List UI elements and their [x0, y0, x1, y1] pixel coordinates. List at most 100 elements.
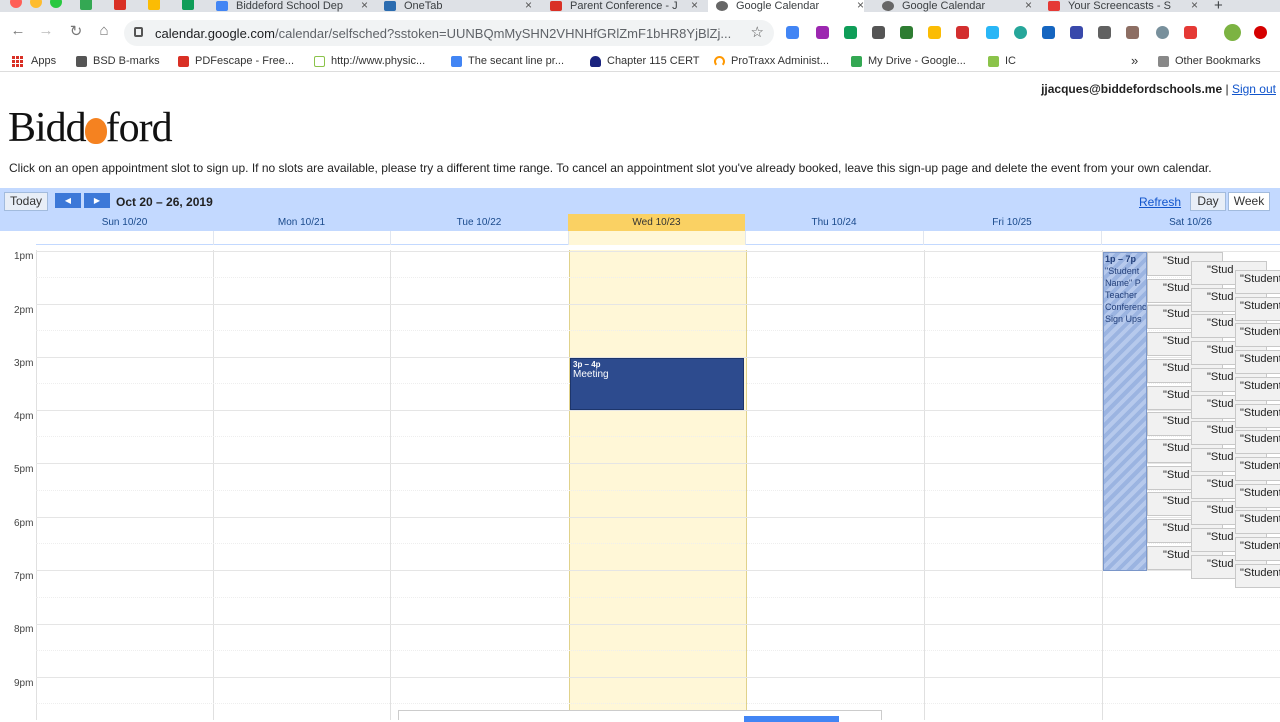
instructions-text: Click on an open appointment slot to sig… — [9, 161, 1212, 175]
drive-extension-icon[interactable] — [928, 26, 941, 39]
bookmark-apps[interactable]: Apps — [12, 55, 56, 67]
hour-label: 5pm — [14, 464, 34, 475]
extension-icon[interactable] — [900, 26, 913, 39]
tab-google-calendar[interactable]: Google Calendar × — [876, 0, 1032, 12]
extension-icon[interactable] — [1042, 26, 1055, 39]
extension-icon[interactable] — [1070, 26, 1083, 39]
extension-icon[interactable] — [1098, 26, 1111, 39]
appointment-slot[interactable]: "Student — [1235, 403, 1280, 428]
appointment-slot[interactable]: "Student — [1235, 376, 1280, 401]
close-tab-icon[interactable]: × — [525, 0, 532, 12]
extension-icon[interactable] — [816, 26, 829, 39]
bookmarks-bar: Apps BSD B-marks PDFescape - Free... htt… — [0, 52, 1280, 72]
user-email: jjacques@biddefordschools.me — [1041, 82, 1223, 96]
appointment-slot[interactable]: "Student — [1235, 350, 1280, 375]
gmail-favicon-icon — [550, 1, 562, 11]
dialog-primary-button[interactable] — [744, 716, 839, 722]
other-bookmarks[interactable]: Other Bookmarks — [1158, 55, 1261, 67]
all-day-today-cell — [568, 231, 745, 245]
appointment-slot[interactable]: "Student — [1235, 270, 1280, 294]
tab-parent-conference[interactable]: Parent Conference - J × — [544, 0, 698, 12]
bookmark-star-icon[interactable]: ☆ — [751, 23, 764, 41]
calendar-favicon-icon — [216, 1, 228, 11]
today-button[interactable]: Today — [4, 192, 48, 211]
hour-label: 3pm — [14, 358, 34, 369]
home-icon[interactable]: ⌂ — [94, 22, 114, 39]
bookmark-protraxx[interactable]: ProTraxx Administ... — [714, 55, 829, 67]
meeting-event[interactable]: 3p – 4p Meeting — [570, 358, 744, 410]
close-tab-icon[interactable]: × — [361, 0, 368, 12]
pinned-tab-classroom-icon[interactable] — [80, 0, 92, 10]
extension-icon[interactable] — [1184, 26, 1197, 39]
user-bar: jjacques@biddefordschools.me | Sign out — [1041, 82, 1276, 96]
extension-icon[interactable] — [844, 26, 857, 39]
back-arrow-icon[interactable]: ← — [8, 22, 28, 39]
bookmark-physics[interactable]: http://www.physic... — [314, 55, 425, 67]
extension-icon[interactable] — [1014, 26, 1027, 39]
url-text[interactable]: calendar.google.com/calendar/selfsched?s… — [155, 26, 735, 41]
maximize-window-icon[interactable] — [50, 0, 62, 8]
extension-icon[interactable] — [1126, 26, 1139, 39]
new-tab-button[interactable]: + — [1214, 0, 1230, 12]
bookmark-secant-line[interactable]: The secant line pr... — [451, 55, 564, 67]
day-header-wed-today: Wed 10/23 — [568, 214, 745, 231]
extension-icon[interactable] — [872, 26, 885, 39]
hour-label: 8pm — [14, 624, 34, 635]
bookmarks-overflow-chevron-icon[interactable]: » — [1131, 53, 1138, 68]
forward-arrow-icon[interactable]: → — [36, 22, 56, 39]
arc-icon — [714, 55, 725, 67]
close-tab-icon[interactable]: × — [857, 0, 864, 12]
bookmark-my-drive[interactable]: My Drive - Google... — [851, 55, 966, 67]
address-bar[interactable]: calendar.google.com/calendar/selfsched?s… — [124, 20, 774, 46]
bookmark-chapter-115[interactable]: Chapter 115 CERT — [590, 55, 700, 67]
pinned-tab-sheets-icon[interactable] — [182, 0, 194, 10]
day-header-mon: Mon 10/21 — [277, 217, 326, 228]
translate-extension-icon[interactable] — [786, 26, 799, 39]
close-tab-icon[interactable]: × — [1191, 0, 1198, 12]
appointment-slot[interactable]: "Student — [1235, 456, 1280, 481]
appointment-availability-block[interactable]: 1p – 7p "Student Name" P Teacher Confere… — [1103, 252, 1147, 571]
pinned-tab-gmail-icon[interactable] — [114, 0, 126, 10]
close-tab-icon[interactable]: × — [1025, 0, 1032, 12]
appointment-slot[interactable]: "Student — [1235, 323, 1280, 348]
next-week-button[interactable]: ▶ — [84, 193, 110, 208]
sign-out-link[interactable]: Sign out — [1232, 82, 1276, 96]
day-headers: Sun 10/20 Mon 10/21 Tue 10/22 Wed 10/23 … — [0, 214, 1280, 231]
close-window-icon[interactable] — [10, 0, 22, 8]
paw-logo-icon — [84, 118, 107, 144]
tab-your-screencasts[interactable]: Your Screencasts - S × — [1042, 0, 1198, 12]
extension-icon[interactable] — [986, 26, 999, 39]
minimize-window-icon[interactable] — [30, 0, 42, 8]
tab-biddeford-school[interactable]: Biddeford School Dep × — [210, 0, 368, 12]
bottom-popup-dialog — [398, 710, 882, 722]
reload-icon[interactable]: ↻ — [66, 22, 86, 40]
screencastify-favicon-icon — [1048, 1, 1060, 11]
bookmark-ic[interactable]: IC — [988, 55, 1016, 67]
tab-google-calendar-active[interactable]: Google Calendar × — [708, 0, 864, 12]
appointment-slot[interactable]: "Student — [1235, 430, 1280, 455]
pdfescape-icon — [178, 55, 189, 67]
bookmark-bsd-bmarks[interactable]: BSD B-marks — [76, 55, 160, 67]
pinned-tab-drive-icon[interactable] — [148, 0, 160, 10]
extension-icon[interactable] — [956, 26, 969, 39]
flame-icon — [590, 55, 601, 67]
calendar-week-grid[interactable]: 1pm 2pm 3pm 4pm 5pm 6pm 7pm 8pm 9pm 3p –… — [0, 250, 1280, 720]
appointment-slot[interactable]: "Student — [1235, 483, 1280, 508]
appointment-slot[interactable]: "Student — [1235, 537, 1280, 561]
close-tab-icon[interactable]: × — [691, 0, 698, 12]
appointment-slot[interactable]: "Student — [1235, 510, 1280, 535]
globe-favicon-icon — [716, 1, 728, 11]
day-view-button[interactable]: Day — [1190, 192, 1226, 211]
all-day-row — [36, 231, 1280, 245]
profile-avatar-icon[interactable] — [1224, 24, 1241, 41]
appointment-slot[interactable]: "Student — [1235, 296, 1280, 321]
week-view-button[interactable]: Week — [1228, 192, 1270, 211]
meeting-title: Meeting — [573, 369, 609, 380]
appointment-slot[interactable]: "Student — [1235, 563, 1280, 588]
bookmark-pdfescape[interactable]: PDFescape - Free... — [178, 55, 294, 67]
stop-extension-icon[interactable] — [1254, 26, 1267, 39]
previous-week-button[interactable]: ◀ — [55, 193, 81, 208]
extension-icon[interactable] — [1156, 26, 1169, 39]
refresh-link[interactable]: Refresh — [1139, 195, 1181, 209]
tab-onetab[interactable]: OneTab × — [378, 0, 532, 12]
